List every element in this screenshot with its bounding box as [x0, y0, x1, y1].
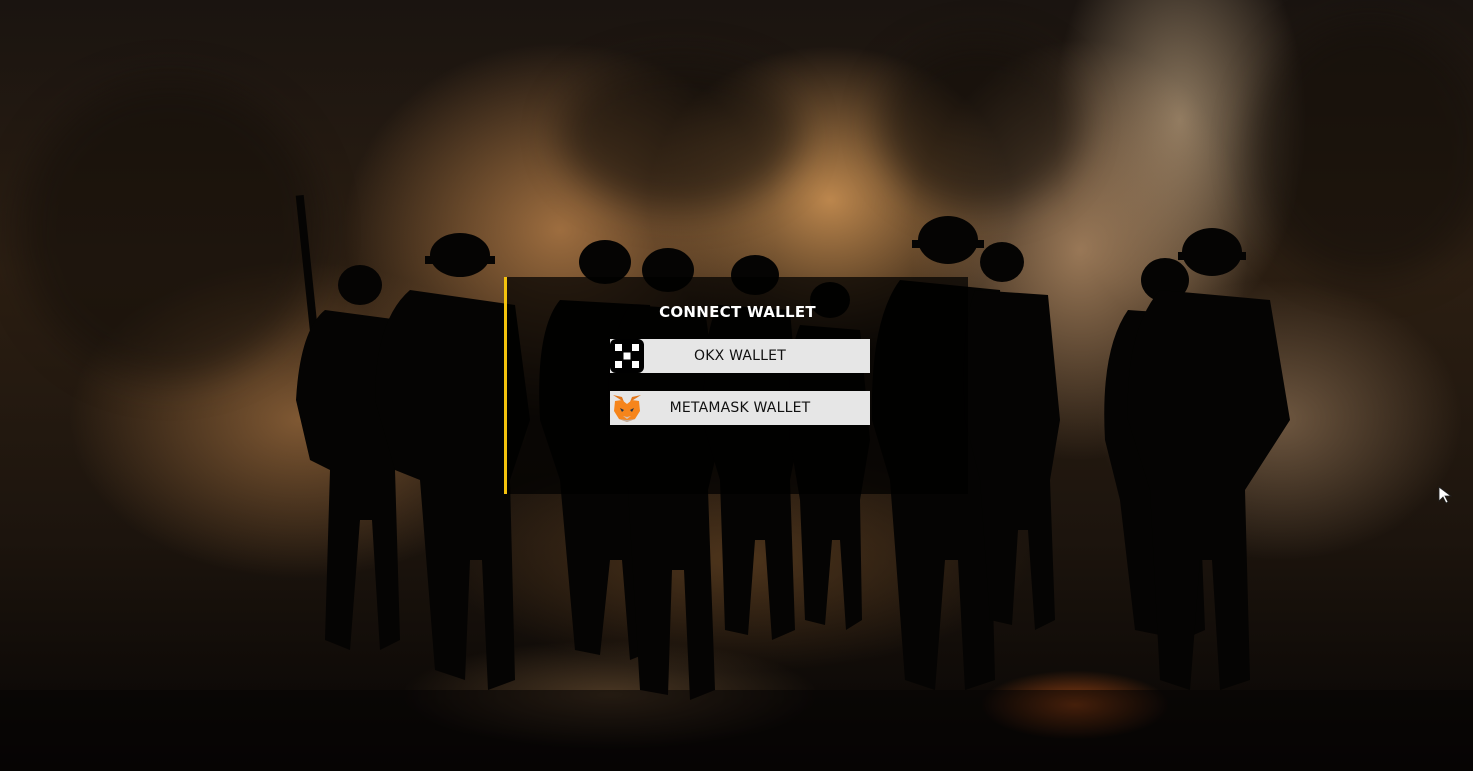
modal-title: CONNECT WALLET: [659, 303, 816, 321]
connect-wallet-modal: CONNECT WALLET OKX WALLET METAMASK WALLE…: [504, 277, 968, 494]
okx-wallet-label: OKX WALLET: [694, 348, 786, 364]
okx-wallet-button[interactable]: OKX WALLET: [610, 339, 870, 373]
metamask-wallet-label: METAMASK WALLET: [669, 400, 811, 416]
mouse-pointer-icon: [1438, 486, 1453, 504]
metamask-wallet-button[interactable]: METAMASK WALLET: [610, 391, 870, 425]
